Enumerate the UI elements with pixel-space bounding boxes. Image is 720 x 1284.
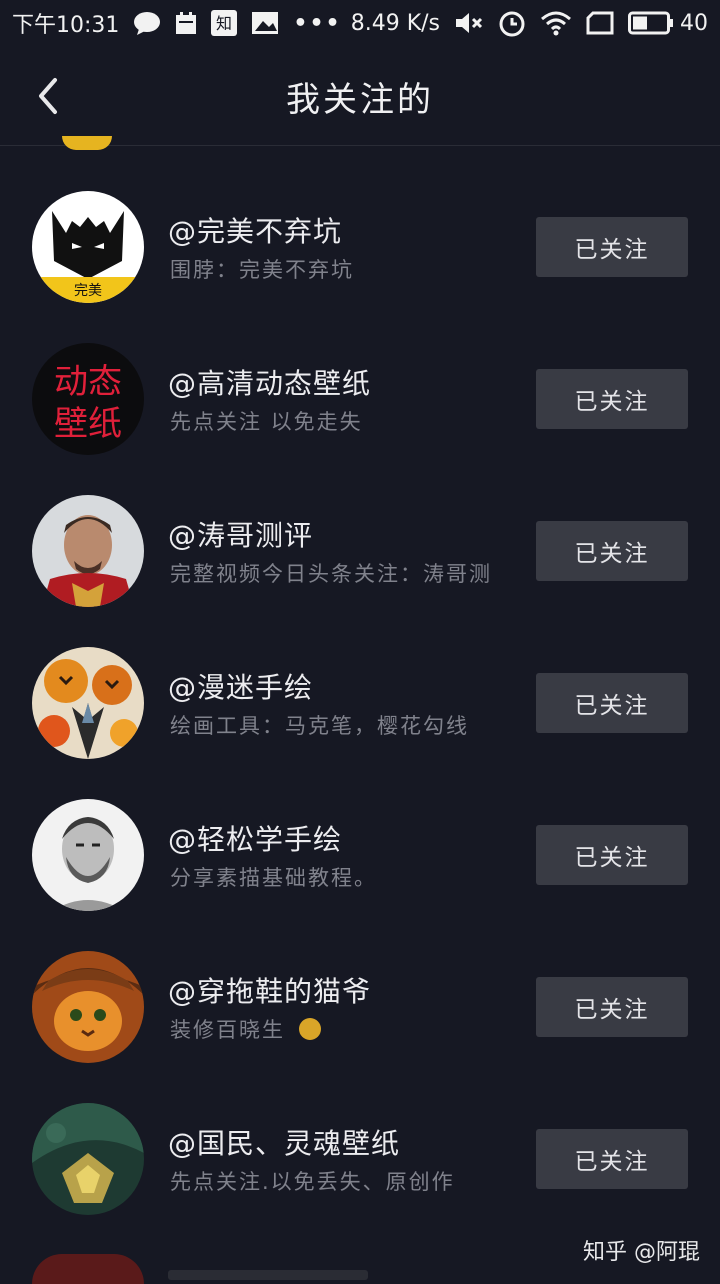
wifi-icon [540, 10, 572, 36]
follow-name[interactable]: @轻松学手绘 [168, 818, 342, 858]
image-notification-icon [251, 11, 279, 35]
list-item[interactable]: @漫迷手绘 绘画工具：马克笔，樱花勾线 已关注 [0, 604, 720, 759]
list-item-partial [168, 1270, 368, 1280]
list-item[interactable]: 完美 @完美不弃坑 围脖：完美不弃坑 已关注 [0, 148, 720, 303]
follow-name[interactable]: @穿拖鞋的猫爷 [168, 970, 371, 1010]
follow-bio: 完整视频今日头条关注：涛哥测 [170, 562, 492, 586]
followed-button[interactable]: 已关注 [536, 217, 688, 277]
battery-icon [628, 11, 674, 35]
list-item[interactable]: @国民、灵魂壁纸 先点关注.以免丢失、原创作 已关注 [0, 1060, 720, 1215]
watermark: 知乎 @阿琨 [583, 1240, 700, 1265]
avatar-text-bottom: 壁纸 [54, 404, 122, 444]
list-item[interactable]: @穿拖鞋的猫爷 装修百晓生 已关注 [0, 908, 720, 1063]
follow-bio-wrap: 装修百晓生 [170, 1014, 321, 1044]
avatar[interactable] [32, 1103, 144, 1215]
follow-bio: 先点关注.以免丢失、原创作 [170, 1170, 455, 1194]
calendar-icon [175, 11, 197, 35]
list-item[interactable]: @涛哥测评 完整视频今日头条关注：涛哥测 已关注 [0, 452, 720, 607]
status-bar: 下午10:31 知 ••• 8.49 K/s 40 [0, 0, 720, 46]
followed-button[interactable]: 已关注 [536, 977, 688, 1037]
network-speed: 8.49 K/s [350, 10, 440, 36]
thinking-emoji-icon [299, 1018, 321, 1040]
sim-card-icon [586, 11, 614, 35]
follow-bio: 绘画工具：马克笔，樱花勾线 [170, 714, 469, 738]
follow-name[interactable]: @国民、灵魂壁纸 [168, 1122, 400, 1162]
zhihu-app-icon: 知 [211, 10, 238, 36]
followed-button[interactable]: 已关注 [536, 825, 688, 885]
alarm-icon [498, 9, 526, 37]
follow-bio: 分享素描基础教程。 [170, 866, 377, 890]
title-bar: 我关注的 [0, 46, 720, 146]
avatar[interactable] [32, 951, 144, 1063]
svg-text:知: 知 [216, 14, 232, 33]
follow-name[interactable]: @涛哥测评 [168, 514, 313, 554]
page-title: 我关注的 [286, 80, 434, 120]
status-time: 下午10:31 [12, 13, 120, 38]
avatar[interactable]: 动态 壁纸 [32, 343, 144, 455]
avatar[interactable] [32, 495, 144, 607]
followed-button[interactable]: 已关注 [536, 1129, 688, 1189]
followed-button[interactable]: 已关注 [536, 369, 688, 429]
followed-button[interactable]: 已关注 [536, 521, 688, 581]
follow-name[interactable]: @高清动态壁纸 [168, 362, 371, 402]
list-item[interactable]: 动态 壁纸 @高清动态壁纸 先点关注 以免走失 已关注 [0, 300, 720, 455]
follow-name[interactable]: @漫迷手绘 [168, 666, 313, 706]
avatar-text-top: 动态 [54, 362, 122, 402]
battery-level: 40 [680, 10, 708, 36]
follow-name[interactable]: @完美不弃坑 [168, 210, 342, 250]
message-icon [133, 11, 161, 35]
follow-bio: 装修百晓生 [170, 1018, 285, 1042]
avatar[interactable] [32, 799, 144, 911]
svg-text:完美: 完美 [74, 283, 102, 299]
more-notifications-icon: ••• [293, 10, 342, 36]
follow-bio: 围脖：完美不弃坑 [170, 258, 354, 282]
avatar[interactable] [32, 647, 144, 759]
followed-button[interactable]: 已关注 [536, 673, 688, 733]
avatar[interactable]: 完美 [32, 191, 144, 303]
list-item[interactable]: @轻松学手绘 分享素描基础教程。 已关注 [0, 756, 720, 911]
follow-bio: 先点关注 以免走失 [170, 410, 363, 434]
mute-icon [454, 11, 484, 35]
